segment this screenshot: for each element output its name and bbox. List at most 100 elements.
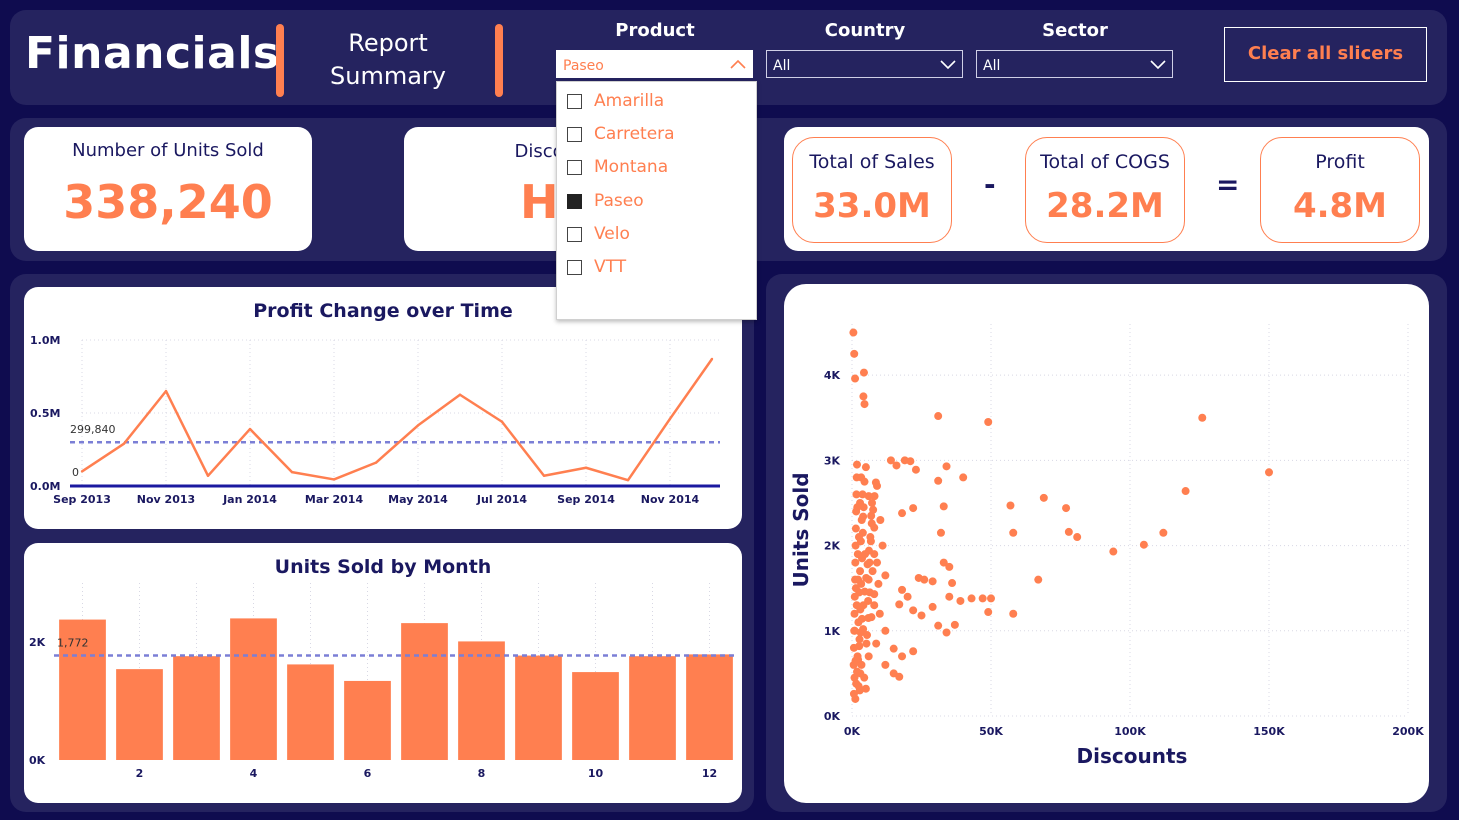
checkbox-icon[interactable] (567, 160, 582, 175)
scatter-point (867, 511, 876, 520)
scatter-point (898, 509, 907, 518)
total-sales-value: 33.0M (813, 186, 931, 226)
checkbox-icon[interactable] (567, 227, 582, 242)
scatter-point (859, 392, 868, 401)
scatter-point (870, 601, 879, 610)
profit-point (80, 470, 84, 473)
checkbox-icon[interactable] (567, 127, 582, 142)
profit-point (290, 470, 294, 474)
zero-label: 0 (72, 466, 79, 479)
x-tick-label: Nov 2014 (641, 493, 700, 506)
x-tick-label: 150K (1253, 725, 1285, 738)
product-option-label: Montana (594, 157, 669, 177)
chevron-up-icon (730, 59, 746, 69)
x-tick-label: May 2014 (388, 493, 448, 506)
scatter-point (942, 628, 951, 637)
scatter-point (850, 349, 859, 358)
product-slicer-value: Paseo (563, 58, 604, 74)
product-option-label: Velo (594, 224, 630, 244)
scatter-point (850, 673, 859, 682)
profit-point (542, 474, 546, 477)
scatter-point (851, 694, 860, 703)
report-line-2: Summary (330, 62, 446, 90)
scatter-point (856, 567, 865, 576)
x-tick-label: Jan 2014 (222, 493, 277, 506)
scatter-point (854, 533, 863, 542)
scatter-point (1159, 528, 1168, 537)
scatter-point (872, 639, 881, 648)
scatter-point (864, 652, 873, 661)
units-sold-label: Number of Units Sold (72, 140, 264, 161)
profit-label: Profit (1315, 151, 1365, 173)
units-bar (116, 669, 163, 760)
y-tick-label: 1.0M (30, 334, 60, 347)
y-tick-label: 0.5M (30, 407, 60, 420)
y-tick-label: 2K (29, 636, 46, 649)
scatter-point (859, 368, 868, 377)
checkbox-checked-icon[interactable] (567, 194, 582, 209)
scatter-point (945, 592, 954, 601)
scatter-point (948, 579, 957, 588)
y-tick-label: 3K (824, 454, 841, 467)
profit-point (416, 424, 420, 427)
title-divider-left (276, 24, 284, 97)
country-slicer-label: Country (824, 20, 906, 41)
scatter-point (889, 644, 898, 653)
units-bar (515, 655, 562, 760)
discount-scatter-chart: 0K 1K 2K 3K 4K 0K 50K 100K 150K 200K Discounts Unit… (789, 324, 1424, 768)
clear-slicers-button[interactable]: Clear all slicers (1224, 27, 1427, 82)
y-tick-label: 0K (824, 710, 841, 723)
sector-slicer[interactable]: All (976, 50, 1173, 78)
product-option-label: Amarilla (594, 91, 665, 111)
scatter-point (854, 618, 863, 627)
scatter-point (936, 528, 945, 537)
scatter-point (864, 614, 873, 622)
sector-slicer-value: All (983, 58, 1001, 74)
scatter-point (860, 400, 869, 409)
page-title: Financials (25, 28, 280, 79)
x-tick-label: 2 (136, 767, 144, 780)
scatter-point (1009, 528, 1018, 537)
country-slicer[interactable]: All (766, 50, 963, 78)
x-tick-label: 12 (702, 767, 717, 780)
scatter-point (939, 502, 948, 511)
profit-point (500, 420, 504, 423)
scatter-point (868, 498, 877, 507)
scatter-point (950, 620, 959, 629)
units-bar (686, 654, 733, 760)
product-option-label: Paseo (594, 191, 644, 211)
x-tick-label: 4 (250, 767, 258, 780)
scatter-point (895, 672, 904, 681)
scatter-point (850, 626, 859, 635)
units-bar (629, 656, 676, 760)
scatter-point (959, 473, 968, 482)
scatter-point (1181, 487, 1190, 496)
scatter-point (867, 519, 876, 528)
checkbox-icon[interactable] (567, 94, 582, 109)
scatter-point (868, 567, 877, 576)
units-bar (287, 664, 334, 760)
scatter-point (881, 571, 890, 580)
chevron-down-icon (940, 60, 956, 70)
report-summary-label: Report Summary (318, 27, 458, 93)
scatter-point (909, 647, 918, 656)
product-option-label: Carretera (594, 124, 675, 144)
scatter-point (852, 601, 861, 610)
units-bar (458, 641, 505, 760)
profit-point (164, 389, 168, 393)
scatter-point (1139, 540, 1148, 549)
profit-point (626, 478, 630, 482)
scatter-point (853, 460, 862, 469)
profit-card: Profit 4.8M (1260, 137, 1420, 243)
product-slicer[interactable]: Paseo (556, 50, 753, 78)
units-bar (230, 618, 277, 760)
scatter-point (855, 635, 864, 644)
scatter-point (984, 608, 993, 617)
x-tick-label: 8 (478, 767, 486, 780)
scatter-point (978, 594, 987, 603)
units-bar-chart-card: Units Sold by Month 0K 2K 2 4 6 8 10 12 1,772 (24, 543, 742, 803)
scatter-point (1009, 609, 1018, 618)
report-line-1: Report (348, 29, 428, 57)
checkbox-icon[interactable] (567, 260, 582, 275)
x-tick-label: Sep 2014 (557, 493, 615, 506)
